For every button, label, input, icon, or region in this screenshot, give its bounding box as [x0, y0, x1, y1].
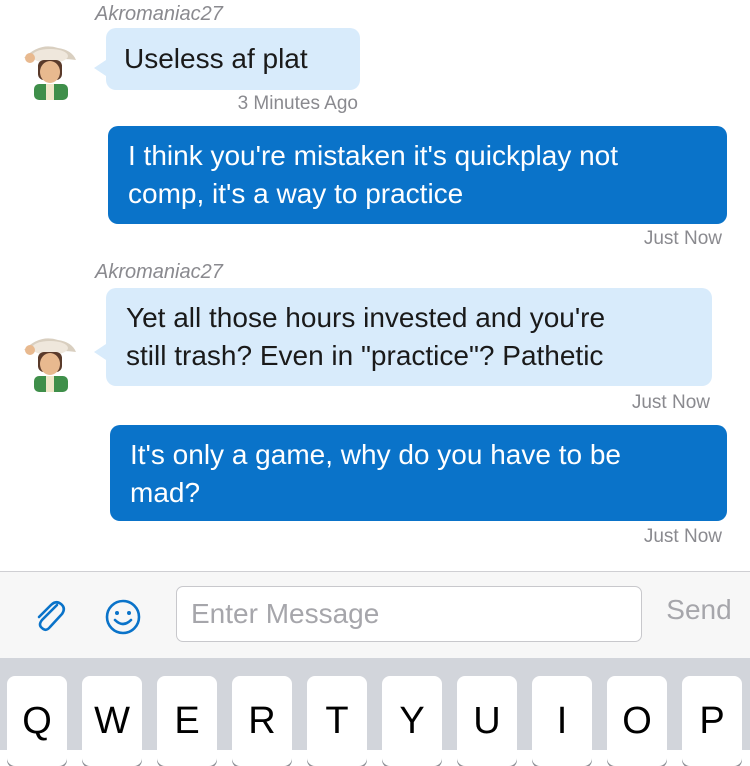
key-y[interactable]: Y	[382, 676, 442, 766]
message-text-line: It's only a game, why do you have to be	[130, 439, 621, 470]
outgoing-message-bubble[interactable]: It's only a game, why do you have to be …	[110, 425, 727, 521]
paperclip-icon[interactable]	[30, 596, 70, 636]
key-w[interactable]: W	[82, 676, 142, 766]
key-o[interactable]: O	[607, 676, 667, 766]
key-i[interactable]: I	[532, 676, 592, 766]
incoming-message-bubble[interactable]: Yet all those hours invested and you're …	[106, 288, 712, 386]
message-text-line: Yet all those hours invested and you're	[126, 302, 606, 333]
bubble-tail	[94, 60, 106, 76]
key-t[interactable]: T	[307, 676, 367, 766]
message-timestamp: 3 Minutes Ago	[237, 93, 358, 114]
avatar[interactable]	[18, 330, 80, 392]
message-timestamp: Just Now	[631, 392, 710, 413]
incoming-message-bubble[interactable]: Useless af plat	[106, 28, 360, 90]
message-timestamp: Just Now	[643, 228, 722, 249]
key-e[interactable]: E	[157, 676, 217, 766]
key-p[interactable]: P	[682, 676, 742, 766]
message-text: Useless af plat	[124, 43, 308, 74]
avatar[interactable]	[18, 38, 80, 100]
key-u[interactable]: U	[457, 676, 517, 766]
message-timestamp: Just Now	[643, 526, 722, 547]
message-composer: Send	[0, 571, 750, 658]
sender-name: Akromaniac27	[95, 261, 223, 283]
message-text-line: comp, it's a way to practice	[128, 178, 464, 209]
key-q[interactable]: Q	[7, 676, 67, 766]
message-input[interactable]	[176, 586, 642, 642]
message-text-line: still trash? Even in "practice"? Patheti…	[126, 340, 604, 371]
sender-name: Akromaniac27	[95, 3, 223, 25]
send-button[interactable]: Send	[654, 594, 744, 634]
key-r[interactable]: R	[232, 676, 292, 766]
outgoing-message-bubble[interactable]: I think you're mistaken it's quickplay n…	[108, 126, 727, 224]
smiley-icon[interactable]	[104, 598, 142, 636]
message-text-line: mad?	[130, 477, 201, 508]
keyboard: Q W E R T Y U I O P	[0, 658, 750, 766]
bubble-tail	[94, 344, 106, 360]
message-text-line: I think you're mistaken it's quickplay n…	[128, 140, 619, 171]
